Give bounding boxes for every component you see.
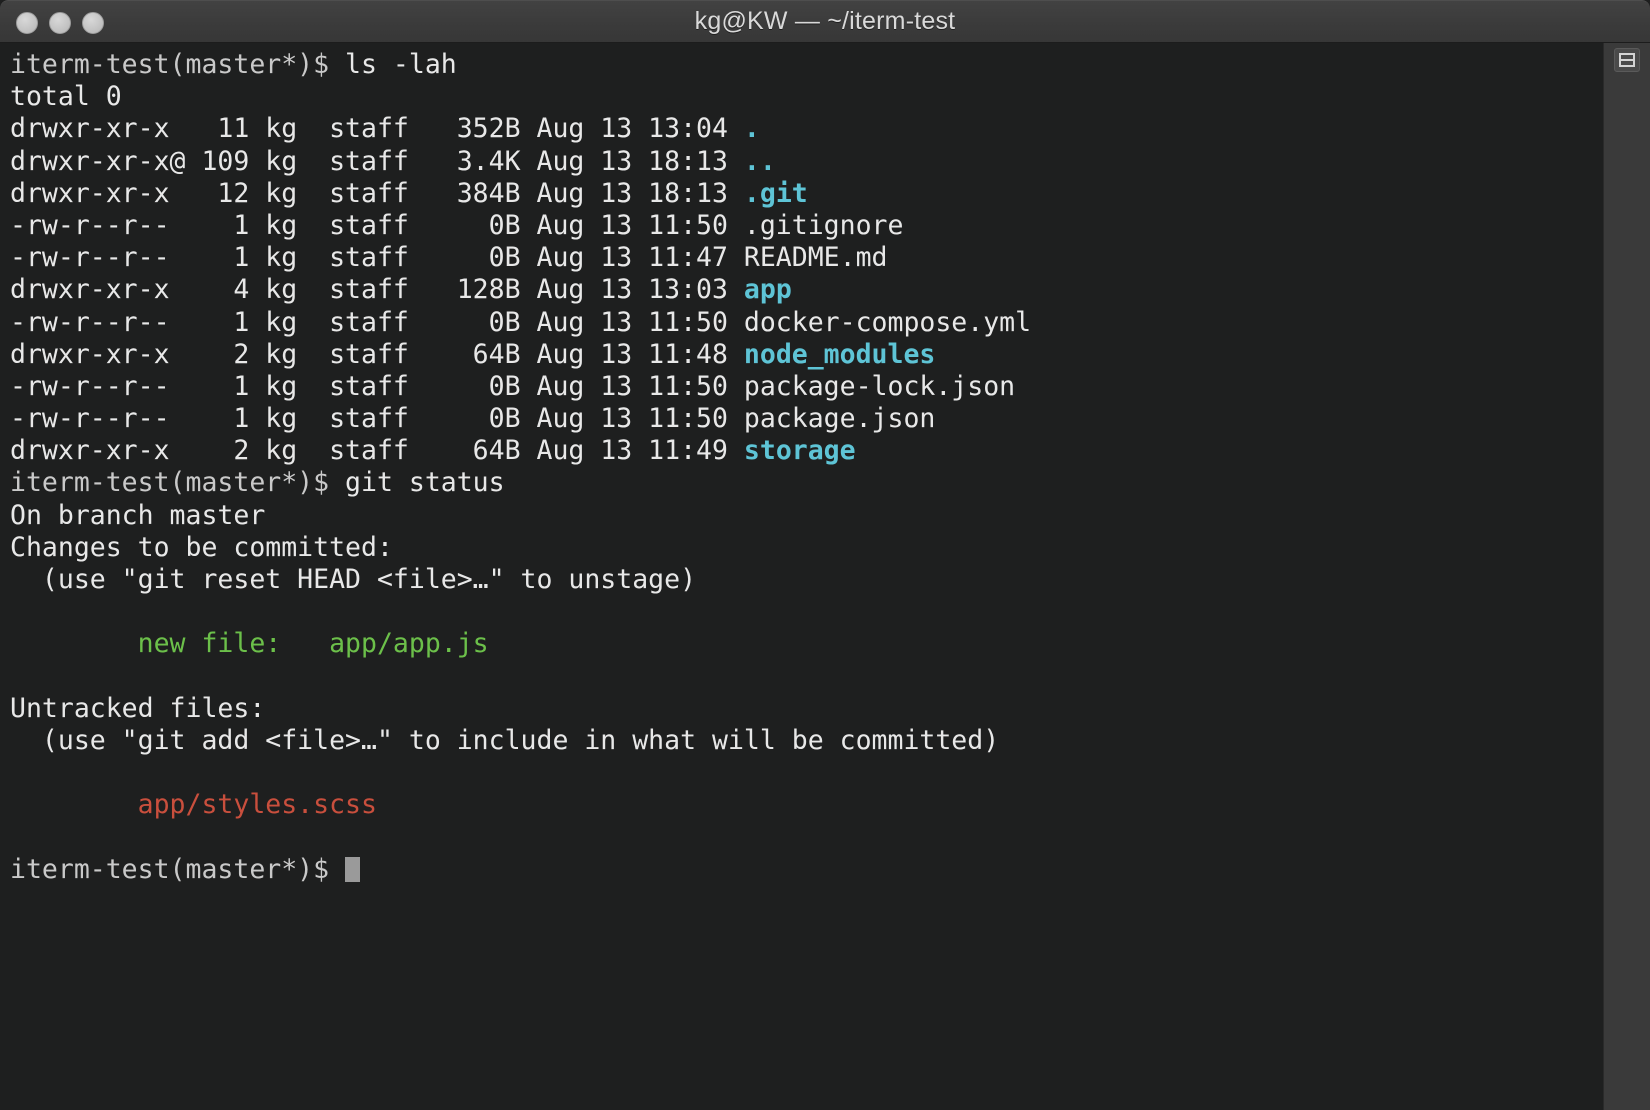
terminal-text: app/styles.scss [10, 789, 377, 821]
terminal-text: Untracked files: [10, 692, 266, 724]
terminal-line: app/styles.scss [10, 789, 1603, 821]
terminal-text: drwxr-xr-x 2 kg staff 64B Aug 13 11:48 [10, 338, 744, 370]
terminal-line: -rw-r--r-- 1 kg staff 0B Aug 13 11:47 RE… [10, 242, 1603, 274]
terminal-text: total 0 [10, 81, 122, 113]
terminal-text: (use "git reset HEAD <file>…" to unstage… [10, 564, 697, 595]
terminal-text: ls -lah [345, 49, 457, 80]
terminal-pane[interactable]: iterm-test(master*)$ ls -lah total 0 drwxr… [0, 43, 1603, 1110]
terminal-line: Changes to be committed: [10, 532, 1603, 564]
terminal-line: total 0 [10, 81, 1603, 113]
close-button-icon[interactable] [16, 11, 38, 34]
terminal-text: .git [743, 177, 808, 209]
terminal-line: iterm-test(master*)$ [10, 854, 1603, 886]
terminal-line: (use "git add <file>…" to include in wha… [10, 725, 1603, 757]
terminal-text: app [743, 274, 792, 306]
scrollbar-mark-icon[interactable] [1614, 48, 1640, 72]
terminal-text: .. [743, 145, 776, 177]
terminal-text: -rw-r--r-- 1 kg staff 0B Aug 13 11:50 do… [10, 306, 1032, 338]
title-bar[interactable]: kg@KW — ~/iterm-test [0, 0, 1650, 43]
text-cursor [345, 856, 361, 882]
terminal-text: -rw-r--r-- 1 kg staff 0B Aug 13 11:47 RE… [10, 242, 888, 274]
terminal-line: drwxr-xr-x 12 kg staff 384B Aug 13 18:13… [10, 178, 1603, 210]
terminal-text: On branch master [10, 499, 266, 531]
terminal-text: . [743, 113, 760, 145]
terminal-text: -rw-r--r-- 1 kg staff 0B Aug 13 11:50 pa… [10, 403, 936, 435]
terminal-line: On branch master [10, 500, 1603, 532]
terminal-line: drwxr-xr-x 2 kg staff 64B Aug 13 11:49 s… [10, 435, 1603, 467]
terminal-text: -rw-r--r-- 1 kg staff 0B Aug 13 11:50 pa… [10, 370, 1016, 402]
zoom-button-icon[interactable] [82, 11, 104, 34]
terminal-line: -rw-r--r-- 1 kg staff 0B Aug 13 11:50 .g… [10, 210, 1603, 242]
terminal-line: (use "git reset HEAD <file>…" to unstage… [10, 564, 1603, 596]
terminal-text: drwxr-xr-x 4 kg staff 128B Aug 13 13:03 [10, 274, 744, 306]
window-controls [16, 1, 104, 44]
terminal-text: (use "git add <file>…" to include in wha… [10, 724, 1000, 756]
terminal-text: Changes to be committed: [10, 531, 393, 563]
terminal-line: iterm-test(master*)$ git status [10, 467, 1603, 499]
terminal-text: node_modules [743, 338, 936, 370]
terminal-line: -rw-r--r-- 1 kg staff 0B Aug 13 11:50 do… [10, 307, 1603, 339]
terminal-line: -rw-r--r-- 1 kg staff 0B Aug 13 11:50 pa… [10, 371, 1603, 403]
terminal-line: drwxr-xr-x 4 kg staff 128B Aug 13 13:03 … [10, 274, 1603, 306]
terminal-text: iterm-test(master*)$ [10, 853, 346, 885]
terminal-text: drwxr-xr-x 11 kg staff 352B Aug 13 13:04 [10, 113, 744, 145]
terminal-text: storage [743, 435, 856, 467]
scrollbar[interactable] [1603, 43, 1650, 1110]
terminal-text: drwxr-xr-x 12 kg staff 384B Aug 13 18:13 [10, 177, 744, 209]
terminal-text: drwxr-xr-x@ 109 kg staff 3.4K Aug 13 18:… [10, 145, 744, 177]
terminal-line: iterm-test(master*)$ ls -lah [10, 49, 1603, 81]
terminal-text: iterm-test(master*)$ [10, 49, 346, 80]
window-title: kg@KW — ~/iterm-test [694, 7, 956, 35]
terminal-text: new file: app/app.js [10, 628, 489, 660]
terminal-body: iterm-test(master*)$ ls -lah total 0 drwxr… [0, 43, 1650, 1110]
terminal-text: -rw-r--r-- 1 kg staff 0B Aug 13 11:50 .g… [10, 209, 904, 241]
terminal-line: drwxr-xr-x@ 109 kg staff 3.4K Aug 13 18:… [10, 146, 1603, 178]
terminal-line: -rw-r--r-- 1 kg staff 0B Aug 13 11:50 pa… [10, 403, 1603, 435]
minimize-button-icon[interactable] [49, 11, 71, 34]
terminal-line: drwxr-xr-x 2 kg staff 64B Aug 13 11:48 n… [10, 339, 1603, 371]
terminal-line: Untracked files: [10, 693, 1603, 725]
terminal-text: drwxr-xr-x 2 kg staff 64B Aug 13 11:49 [10, 435, 744, 467]
terminal-output: iterm-test(master*)$ ls -lah total 0 drwxr… [10, 49, 1603, 886]
terminal-line: new file: app/app.js [10, 628, 1603, 660]
terminal-line: drwxr-xr-x 11 kg staff 352B Aug 13 13:04… [10, 113, 1603, 145]
terminal-window: kg@KW — ~/iterm-test iterm-test(master*)… [0, 0, 1650, 1110]
terminal-text: git status [345, 467, 505, 499]
terminal-text: iterm-test(master*)$ [10, 467, 346, 499]
